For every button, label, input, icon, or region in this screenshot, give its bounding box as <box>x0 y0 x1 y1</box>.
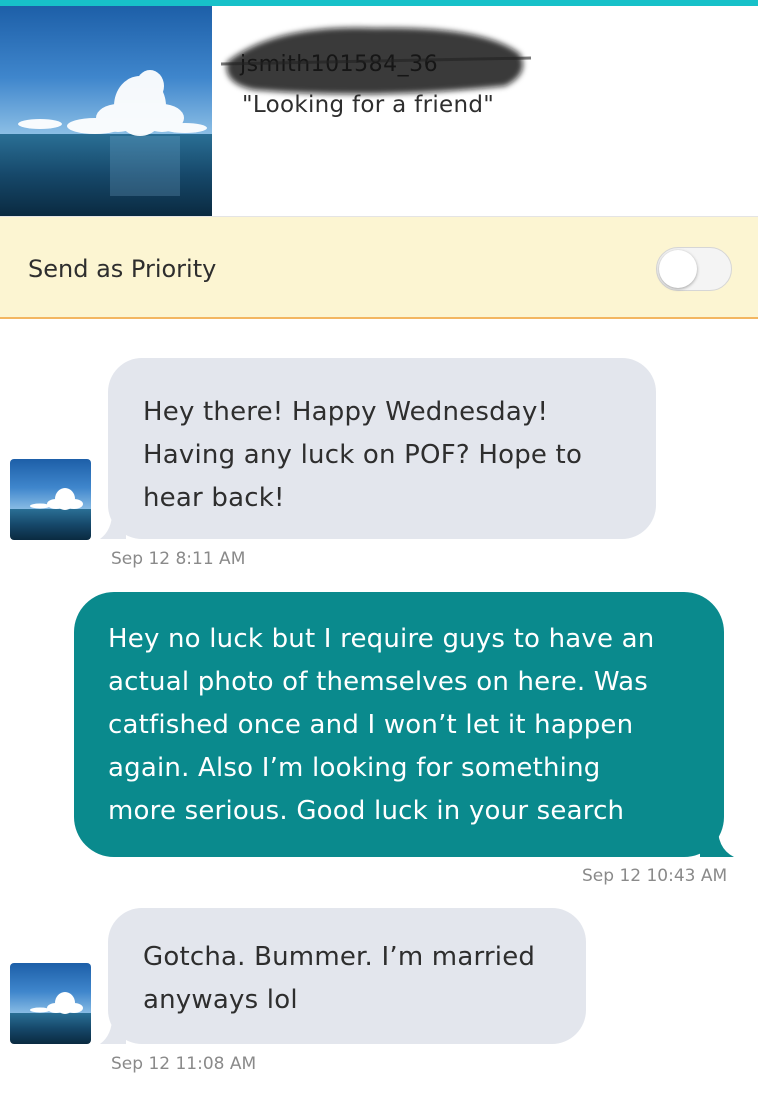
profile-headline: "Looking for a friend" <box>242 92 495 118</box>
message-line: Hey there! Happy Wednesday! <box>143 397 549 427</box>
profile-photo[interactable] <box>0 6 212 216</box>
message-line: Hey no luck but I require guys to have a… <box>108 624 655 654</box>
message-line: Gotcha. Bummer. I’m married <box>143 942 536 972</box>
message-line: more serious. Good luck in your search <box>108 796 625 826</box>
message-bubble-outgoing: Hey no luck but I require guys to have a… <box>74 592 724 857</box>
message-timestamp: Sep 12 11:08 AM <box>111 1054 257 1074</box>
toggle-knob <box>659 250 697 288</box>
sender-avatar[interactable] <box>10 963 91 1044</box>
send-priority-label: Send as Priority <box>28 255 217 283</box>
sender-avatar[interactable] <box>10 459 91 540</box>
profile-username: jsmith101584_36 <box>240 52 439 77</box>
message-timestamp: Sep 12 10:43 AM <box>582 866 728 886</box>
send-priority-toggle[interactable] <box>656 247 732 291</box>
message-line: actual photo of themselves on here. Was <box>108 667 648 697</box>
message-line: Having any luck on POF? Hope to <box>143 440 583 470</box>
message-line: anyways lol <box>143 985 298 1015</box>
message-line: hear back! <box>143 483 285 513</box>
message-bubble-incoming: Hey there! Happy Wednesday! Having any l… <box>108 358 656 539</box>
bubble-tail-out <box>700 822 734 857</box>
message-timestamp: Sep 12 8:11 AM <box>111 549 246 569</box>
send-priority-row: Send as Priority <box>0 217 758 319</box>
message-line: again. Also I’m looking for something <box>108 753 601 783</box>
message-line: catfished once and I won’t let it happen <box>108 710 634 740</box>
message-bubble-incoming: Gotcha. Bummer. I’m married anyways lol <box>108 908 586 1044</box>
